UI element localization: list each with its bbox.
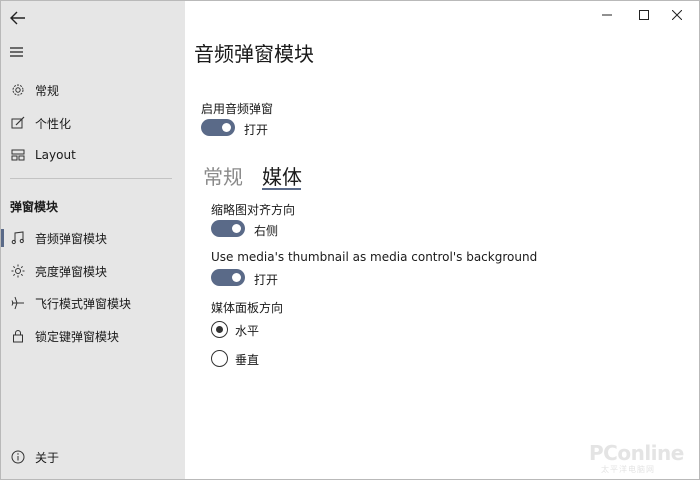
lock-icon — [10, 328, 26, 344]
radio-vertical-label: 垂直 — [235, 353, 260, 367]
sidebar-item-airplane-module[interactable]: 飞行模式弹窗模块 — [1, 289, 185, 317]
thumbnail-align-toggle[interactable] — [211, 220, 245, 237]
toggle-state-text: 打开 — [254, 273, 279, 287]
music-icon — [10, 230, 26, 246]
sidebar-item-brightness-module[interactable]: 亮度弹窗模块 — [1, 257, 185, 285]
back-button[interactable] — [7, 7, 29, 29]
sidebar-item-label: 音频弹窗模块 — [35, 231, 108, 246]
close-button[interactable] — [655, 3, 699, 27]
radio-horizontal[interactable] — [211, 321, 228, 338]
sidebar-item-label: 个性化 — [35, 116, 72, 131]
brightness-icon — [10, 263, 26, 279]
sidebar-item-label: 飞行模式弹窗模块 — [35, 296, 132, 311]
active-tab-indicator — [262, 188, 301, 190]
toggle-knob — [222, 123, 231, 132]
sidebar-item-label: 关于 — [35, 450, 60, 465]
toggle-knob — [232, 224, 241, 233]
sidebar-section-title: 弹窗模块 — [10, 200, 59, 214]
layout-icon — [10, 147, 26, 163]
thumbnail-align-label: 缩略图对齐方向 — [211, 203, 296, 217]
sidebar-item-label: Layout — [35, 148, 76, 162]
gear-icon — [10, 82, 26, 98]
thumbnail-background-toggle[interactable] — [211, 269, 245, 286]
sidebar-item-layout[interactable]: Layout — [1, 141, 185, 169]
close-icon — [672, 10, 682, 20]
app-window: 常规 个性化 Layout 弹窗模块 音频弹窗模块 亮度弹窗模块 飞行模式弹窗模… — [0, 0, 700, 480]
enable-audio-popup-toggle[interactable] — [201, 119, 235, 136]
sidebar-item-audio-module[interactable]: 音频弹窗模块 — [1, 224, 185, 252]
sidebar-item-general[interactable]: 常规 — [1, 76, 185, 104]
sidebar: 常规 个性化 Layout 弹窗模块 音频弹窗模块 亮度弹窗模块 飞行模式弹窗模… — [1, 1, 185, 479]
page-title: 音频弹窗模块 — [194, 42, 314, 66]
sidebar-item-lock-module[interactable]: 锁定键弹窗模块 — [1, 322, 185, 350]
sidebar-divider — [10, 178, 172, 179]
sidebar-item-label: 亮度弹窗模块 — [35, 264, 108, 279]
personalize-icon — [10, 115, 26, 131]
tab-media[interactable]: 媒体 — [262, 161, 302, 190]
info-icon — [10, 449, 26, 465]
sidebar-item-label: 锁定键弹窗模块 — [35, 329, 120, 344]
airplane-icon — [10, 295, 26, 311]
sidebar-item-personalize[interactable]: 个性化 — [1, 109, 185, 137]
sidebar-item-label: 常规 — [35, 83, 60, 98]
hamburger-icon — [10, 47, 23, 57]
minimize-icon — [602, 14, 612, 16]
hamburger-menu-button[interactable] — [9, 43, 27, 59]
maximize-icon — [639, 10, 649, 20]
toggle-state-text: 打开 — [244, 123, 269, 137]
tab-general[interactable]: 常规 — [203, 161, 243, 190]
panel-direction-label: 媒体面板方向 — [211, 301, 284, 315]
sidebar-item-about[interactable]: 关于 — [1, 443, 185, 471]
enable-audio-popup-label: 启用音频弹窗 — [201, 102, 274, 116]
thumbnail-background-label: Use media's thumbnail as media control's… — [211, 250, 538, 264]
back-arrow-icon — [10, 11, 25, 25]
radio-vertical[interactable] — [211, 350, 228, 367]
watermark-subtitle: 太平洋电脑网 — [601, 465, 655, 474]
toggle-state-text: 右侧 — [254, 224, 279, 238]
toggle-knob — [232, 273, 241, 282]
watermark-logo: PConline — [589, 441, 684, 465]
radio-horizontal-label: 水平 — [235, 324, 260, 338]
